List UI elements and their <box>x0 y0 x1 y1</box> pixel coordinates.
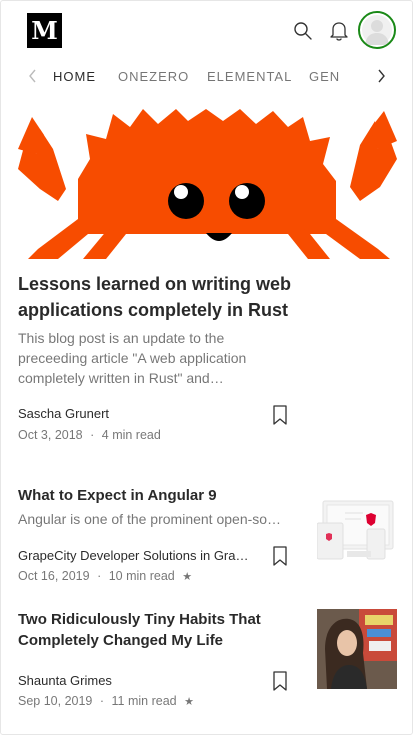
bookmark-icon[interactable] <box>272 671 288 691</box>
angular-devices-image <box>317 491 397 571</box>
read-time: 4 min read <box>101 428 161 442</box>
separator: · <box>99 694 105 708</box>
tab-home[interactable]: HOME <box>53 69 96 84</box>
star-icon: ★ <box>184 696 194 708</box>
post-author[interactable]: Shaunta Grimes <box>18 673 258 688</box>
medium-logo[interactable]: M <box>27 13 62 48</box>
post-hero-image[interactable] <box>18 109 397 259</box>
bookmark-icon[interactable] <box>272 546 288 566</box>
read-time: 11 min read <box>111 694 177 708</box>
tab-list: HOME ONEZERO ELEMENTAL GEN <box>53 61 339 93</box>
post-thumbnail[interactable] <box>317 491 397 571</box>
woman-portrait-image <box>317 609 397 689</box>
chevron-left-icon[interactable] <box>25 67 41 85</box>
post-date: Oct 3, 2018 <box>18 428 83 442</box>
tab-elemental[interactable]: ELEMENTAL <box>207 69 292 84</box>
read-time: 10 min read <box>108 569 175 583</box>
separator: · <box>90 428 95 442</box>
bookmark-icon[interactable] <box>272 405 288 425</box>
topic-tabs: HOME ONEZERO ELEMENTAL GEN <box>1 61 412 93</box>
post-meta: Oct 3, 2018 · 4 min read <box>18 428 161 442</box>
post-title[interactable]: Lessons learned on writing web applicati… <box>18 271 308 323</box>
star-icon: ★ <box>182 571 193 583</box>
post-excerpt[interactable]: This blog post is an update to the prece… <box>18 328 278 388</box>
post-author[interactable]: Sascha Grunert <box>18 406 258 421</box>
rust-crab-illustration <box>18 109 397 259</box>
post-meta: Oct 16, 2019 · 10 min read ★ <box>18 569 192 583</box>
post-meta: Sep 10, 2019 · 11 min read ★ <box>18 694 194 708</box>
tab-onezero[interactable]: ONEZERO <box>118 69 189 84</box>
post-excerpt[interactable]: Angular is one of the prominent open-sou… <box>18 509 288 529</box>
bell-icon[interactable] <box>329 20 349 42</box>
avatar[interactable] <box>358 11 396 49</box>
post-author[interactable]: GrapeCity Developer Solutions in GrapeCi… <box>18 548 254 563</box>
post-date: Oct 16, 2019 <box>18 569 90 583</box>
chevron-right-icon[interactable] <box>373 67 389 85</box>
post-title[interactable]: Two Ridiculously Tiny Habits That Comple… <box>18 609 278 651</box>
tab-gen[interactable]: GEN <box>309 69 339 84</box>
search-icon[interactable] <box>293 21 313 41</box>
app-frame: M HOME ONEZERO ELEMENTAL GEN Lessons lea… <box>0 0 413 735</box>
post-thumbnail[interactable] <box>317 609 397 689</box>
top-bar: M <box>1 1 412 61</box>
post-title[interactable]: What to Expect in Angular 9 <box>18 485 298 506</box>
post-date: Sep 10, 2019 <box>18 694 93 708</box>
separator: · <box>97 569 102 583</box>
